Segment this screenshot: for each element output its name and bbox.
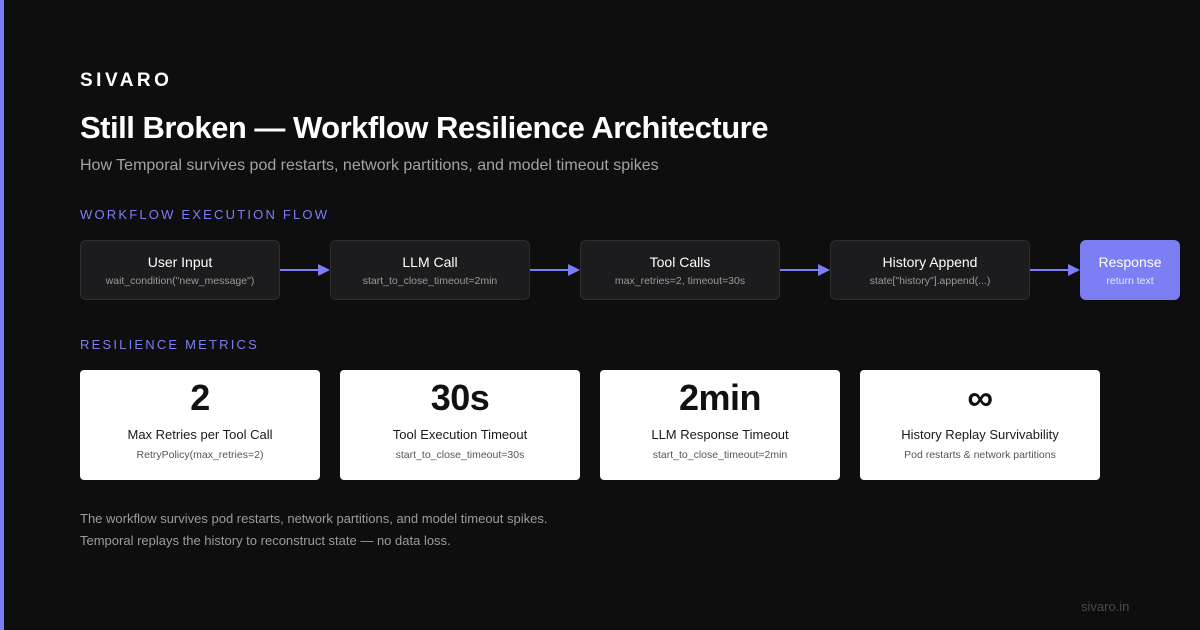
metric-card-history-replay: ∞ History Replay Survivability Pod resta… (860, 370, 1100, 480)
page-subtitle: How Temporal survives pod restarts, netw… (80, 157, 659, 174)
metric-detail: start_to_close_timeout=30s (395, 449, 525, 461)
metric-detail: start_to_close_timeout=2min (652, 449, 788, 461)
flow-section-label: WORKFLOW EXECUTION FLOW (80, 207, 330, 222)
page-title: Still Broken — Workflow Resilience Archi… (80, 110, 768, 145)
flow-step-title: Tool Calls (649, 253, 711, 270)
slide: SIVARO Still Broken — Workflow Resilienc… (0, 0, 1200, 630)
accent-bar (0, 0, 4, 630)
arrow-right-icon (1030, 264, 1080, 276)
flow-step-subtitle: wait_condition("new_message") (105, 274, 255, 287)
metric-card-max-retries: 2 Max Retries per Tool Call RetryPolicy(… (80, 370, 320, 480)
metrics-cards: 2 Max Retries per Tool Call RetryPolicy(… (80, 370, 1120, 480)
flow-step-subtitle: max_retries=2, timeout=30s (614, 274, 746, 287)
arrow-right-icon (530, 264, 580, 276)
metric-card-llm-timeout: 2min LLM Response Timeout start_to_close… (600, 370, 840, 480)
arrow-right-icon (780, 264, 830, 276)
arrow-right-icon (280, 264, 330, 276)
flow-step-user-input: User Input wait_condition("new_message") (80, 240, 280, 300)
flow-step-title: History Append (882, 253, 978, 270)
metrics-section-label: RESILIENCE METRICS (80, 337, 260, 352)
metric-value: 30s (430, 377, 490, 418)
footnote-line: Temporal replays the history to reconstr… (80, 533, 451, 548)
flow-step-llm-call: LLM Call start_to_close_timeout=2min (330, 240, 530, 300)
flow-step-history-append: History Append state["history"].append(.… (830, 240, 1030, 300)
metric-value: ∞ (967, 377, 993, 418)
flow-step-subtitle: state["history"].append(...) (869, 274, 991, 287)
workflow-flow: User Input wait_condition("new_message")… (80, 240, 1180, 300)
metric-value: 2 (190, 377, 210, 418)
site-url: sivaro.in (1081, 599, 1130, 614)
flow-step-title: User Input (147, 253, 213, 270)
flow-step-response: Response return text (1080, 240, 1180, 300)
footnote: The workflow survives pod restarts, netw… (80, 508, 547, 552)
metric-detail: RetryPolicy(max_retries=2) (136, 449, 264, 461)
metric-label: Tool Execution Timeout (392, 427, 528, 442)
brand-logo: SIVARO (80, 70, 173, 91)
metric-label: Max Retries per Tool Call (127, 427, 273, 442)
metric-detail: Pod restarts & network partitions (904, 449, 1056, 461)
flow-step-tool-calls: Tool Calls max_retries=2, timeout=30s (580, 240, 780, 300)
footnote-line: The workflow survives pod restarts, netw… (80, 511, 548, 526)
flow-step-title: LLM Call (402, 253, 458, 270)
metric-card-tool-timeout: 30s Tool Execution Timeout start_to_clos… (340, 370, 580, 480)
flow-step-title: Response (1098, 253, 1162, 270)
metric-value: 2min (678, 377, 762, 418)
metric-label: History Replay Survivability (901, 427, 1059, 442)
flow-step-subtitle: return text (1106, 274, 1154, 287)
flow-step-subtitle: start_to_close_timeout=2min (362, 274, 498, 287)
metric-label: LLM Response Timeout (651, 427, 789, 442)
